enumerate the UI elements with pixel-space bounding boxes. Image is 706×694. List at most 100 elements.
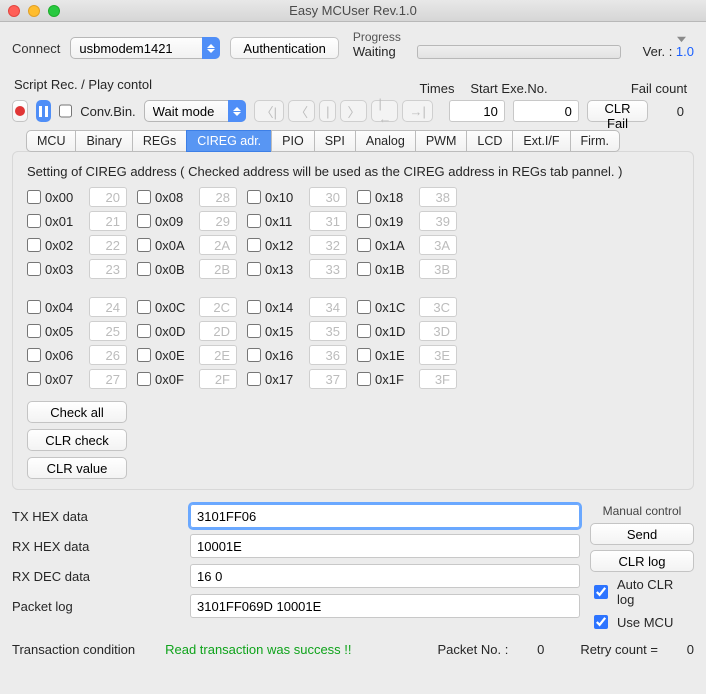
addr-value-input-0x0E[interactable] (199, 345, 237, 365)
addr-value-input-0x14[interactable] (309, 297, 347, 317)
addr-value-input-0x01[interactable] (89, 211, 127, 231)
tab-mcu[interactable]: MCU (26, 130, 76, 152)
device-select[interactable]: usbmodem1421 (70, 37, 220, 59)
addr-checkbox-0x1C[interactable] (357, 300, 371, 314)
convbin-checkbox[interactable] (59, 104, 72, 118)
addr-value-input-0x17[interactable] (309, 369, 347, 389)
addr-value-input-0x0C[interactable] (199, 297, 237, 317)
addr-checkbox-0x11[interactable] (247, 214, 261, 228)
addr-value-input-0x1D[interactable] (419, 321, 457, 341)
tab-ext-i-f[interactable]: Ext.I/F (512, 130, 570, 152)
clr-value-button[interactable]: CLR value (27, 457, 127, 479)
addr-checkbox-0x0D[interactable] (137, 324, 151, 338)
authentication-button[interactable]: Authentication (230, 37, 338, 59)
addr-checkbox-0x0E[interactable] (137, 348, 151, 362)
addr-checkbox-0x05[interactable] (27, 324, 41, 338)
addr-value-input-0x1B[interactable] (419, 259, 457, 279)
clr-log-button[interactable]: CLR log (590, 550, 694, 572)
pause-button[interactable] (36, 100, 51, 122)
addr-value-input-0x05[interactable] (89, 321, 127, 341)
addr-value-input-0x00[interactable] (89, 187, 127, 207)
addr-checkbox-0x0F[interactable] (137, 372, 151, 386)
addr-value-input-0x13[interactable] (309, 259, 347, 279)
addr-checkbox-0x08[interactable] (137, 190, 151, 204)
addr-value-input-0x08[interactable] (199, 187, 237, 207)
addr-checkbox-0x0B[interactable] (137, 262, 151, 276)
addr-value-input-0x19[interactable] (419, 211, 457, 231)
addr-label: 0x19 (375, 214, 415, 229)
addr-checkbox-0x14[interactable] (247, 300, 261, 314)
tx-hex-input[interactable] (190, 504, 580, 528)
addr-checkbox-0x04[interactable] (27, 300, 41, 314)
use-mcu-checkbox[interactable] (594, 615, 608, 629)
addr-checkbox-0x1B[interactable] (357, 262, 371, 276)
addr-value-input-0x16[interactable] (309, 345, 347, 365)
addr-checkbox-0x18[interactable] (357, 190, 371, 204)
addr-value-input-0x06[interactable] (89, 345, 127, 365)
addr-value-input-0x07[interactable] (89, 369, 127, 389)
times-input[interactable] (449, 100, 505, 122)
tab-binary[interactable]: Binary (75, 130, 132, 152)
tab-lcd[interactable]: LCD (466, 130, 513, 152)
addr-value-input-0x02[interactable] (89, 235, 127, 255)
addr-value-input-0x1E[interactable] (419, 345, 457, 365)
clr-fail-button[interactable]: CLR Fail (587, 100, 648, 122)
addr-value-input-0x1C[interactable] (419, 297, 457, 317)
addr-checkbox-0x1A[interactable] (357, 238, 371, 252)
addr-checkbox-0x1D[interactable] (357, 324, 371, 338)
tab-firm-[interactable]: Firm. (570, 130, 620, 152)
addr-checkbox-0x09[interactable] (137, 214, 151, 228)
tab-analog[interactable]: Analog (355, 130, 416, 152)
startexe-input[interactable] (513, 100, 579, 122)
tab-spi[interactable]: SPI (314, 130, 356, 152)
addr-value-input-0x0B[interactable] (199, 259, 237, 279)
addr-checkbox-0x01[interactable] (27, 214, 41, 228)
addr-checkbox-0x07[interactable] (27, 372, 41, 386)
addr-checkbox-0x00[interactable] (27, 190, 41, 204)
addr-value-input-0x12[interactable] (309, 235, 347, 255)
rx-dec-input[interactable] (190, 564, 580, 588)
tab-cireg-adr-[interactable]: CIREG adr. (186, 130, 272, 152)
addr-checkbox-0x19[interactable] (357, 214, 371, 228)
rx-hex-input[interactable] (190, 534, 580, 558)
addr-checkbox-0x15[interactable] (247, 324, 261, 338)
waitmode-select[interactable]: Wait mode (144, 100, 246, 122)
addr-checkbox-0x02[interactable] (27, 238, 41, 252)
tab-pio[interactable]: PIO (271, 130, 315, 152)
addr-checkbox-0x03[interactable] (27, 262, 41, 276)
record-button[interactable] (12, 100, 28, 122)
addr-checkbox-0x06[interactable] (27, 348, 41, 362)
addr-checkbox-0x0C[interactable] (137, 300, 151, 314)
addr-value-input-0x10[interactable] (309, 187, 347, 207)
send-button[interactable]: Send (590, 523, 694, 545)
addr-value-input-0x18[interactable] (419, 187, 457, 207)
addr-checkbox-0x17[interactable] (247, 372, 261, 386)
addr-value-input-0x0D[interactable] (199, 321, 237, 341)
addr-value-input-0x11[interactable] (309, 211, 347, 231)
addr-cell-0x1D: 0x1D (357, 321, 457, 341)
addr-value-input-0x09[interactable] (199, 211, 237, 231)
addr-checkbox-0x12[interactable] (247, 238, 261, 252)
addr-value-input-0x03[interactable] (89, 259, 127, 279)
addr-value-input-0x1A[interactable] (419, 235, 457, 255)
packet-log-input[interactable] (190, 594, 580, 618)
addr-value-input-0x0F[interactable] (199, 369, 237, 389)
addr-checkbox-0x13[interactable] (247, 262, 261, 276)
addr-label: 0x17 (265, 372, 305, 387)
addr-value-input-0x0A[interactable] (199, 235, 237, 255)
addr-checkbox-0x1E[interactable] (357, 348, 371, 362)
addr-checkbox-0x1F[interactable] (357, 372, 371, 386)
clr-check-button[interactable]: CLR check (27, 429, 127, 451)
addr-checkbox-0x10[interactable] (247, 190, 261, 204)
addr-label: 0x02 (45, 238, 85, 253)
auto-clr-log-checkbox[interactable] (594, 585, 608, 599)
addr-checkbox-0x0A[interactable] (137, 238, 151, 252)
disclosure-triangle-icon[interactable] (677, 34, 686, 43)
addr-value-input-0x15[interactable] (309, 321, 347, 341)
tab-regs[interactable]: REGs (132, 130, 187, 152)
tab-pwm[interactable]: PWM (415, 130, 468, 152)
addr-value-input-0x1F[interactable] (419, 369, 457, 389)
addr-value-input-0x04[interactable] (89, 297, 127, 317)
check-all-button[interactable]: Check all (27, 401, 127, 423)
addr-checkbox-0x16[interactable] (247, 348, 261, 362)
